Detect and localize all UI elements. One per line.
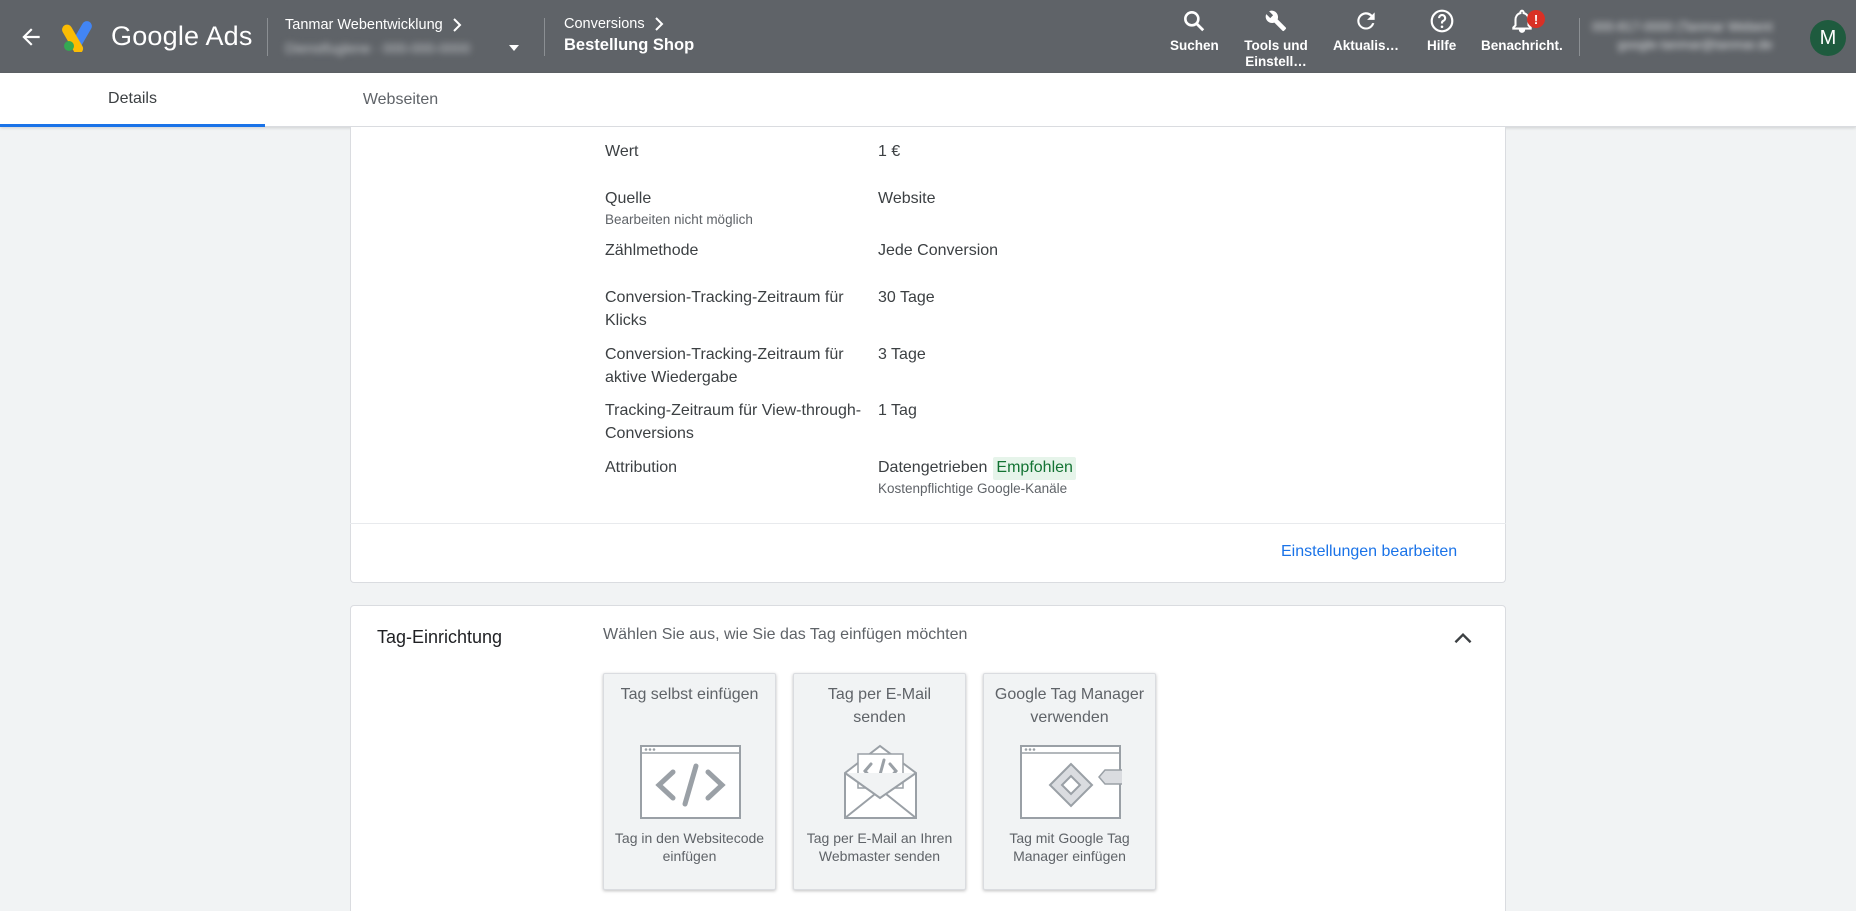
avatar[interactable]: M — [1810, 20, 1846, 56]
breadcrumb-parent[interactable]: Conversions — [564, 16, 645, 32]
option-description: Tag in den Websitecode einfügen — [614, 830, 765, 864]
refresh-button[interactable]: Aktualis… — [1333, 8, 1399, 54]
page-title: Bestellung Shop — [564, 36, 695, 54]
option-description: Tag per E-Mail an Ihren Webmaster senden — [806, 830, 953, 864]
tag-manager-icon — [1020, 745, 1122, 819]
divider — [544, 18, 545, 56]
card-divider — [350, 523, 1506, 524]
setting-value: Datengetrieben Empfohlen Kostenpflichtige… — [878, 457, 1076, 498]
notifications-button[interactable]: Benachricht. ! — [1481, 8, 1563, 54]
search-button[interactable]: Suchen — [1170, 8, 1219, 54]
help-button[interactable]: Hilfe — [1427, 8, 1456, 54]
tab-webseiten[interactable]: Webseiten — [268, 73, 533, 127]
chevron-right-icon — [654, 17, 664, 31]
help-label: Hilfe — [1427, 38, 1457, 53]
recommended-chip: Empfohlen — [993, 457, 1076, 480]
refresh-icon — [1357, 12, 1375, 30]
setting-value: 1 € — [878, 143, 901, 160]
option-title: Tag selbst einfügen — [620, 686, 759, 703]
brand-name[interactable]: Google Ads — [111, 21, 253, 52]
attribution-hint: Kostenpflichtige Google-Kanäle — [878, 480, 1068, 496]
divider — [267, 18, 268, 56]
attribution-model: Datengetrieben — [878, 459, 988, 476]
setting-label: Tracking-Zeitraum für View-through-Conve… — [605, 402, 862, 442]
setting-value: Jede Conversion — [878, 242, 999, 259]
account-selector[interactable]: Tanmar Webentwicklung Dienstfuglene · 00… — [285, 17, 519, 56]
top-app-bar: Google Ads Tanmar Webentwicklung Dienstf… — [0, 0, 1856, 73]
user-email: google-tanmar@tanmar.de — [1617, 37, 1773, 52]
refresh-label: Aktualis… — [1333, 38, 1400, 53]
setting-value: 30 Tage — [878, 289, 935, 306]
search-label: Suchen — [1170, 38, 1219, 53]
google-ads-logo — [62, 21, 92, 52]
setting-hint: Bearbeiten nicht möglich — [605, 211, 753, 227]
wrench-icon — [1265, 10, 1287, 32]
tab-bar: Details Webseiten — [0, 73, 1856, 127]
option-tag-manager[interactable]: Google Tag Manager verwenden Tag mit Goo… — [983, 673, 1156, 890]
option-description: Tag mit Google Tag Manager einfügen — [1009, 830, 1130, 864]
notifications-label: Benachricht. — [1481, 38, 1563, 53]
tag-setup-title: Tag-Einrichtung — [377, 627, 503, 647]
option-title: Google Tag Manager verwenden — [994, 686, 1145, 726]
account-name[interactable]: Tanmar Webentwicklung — [285, 17, 443, 33]
setting-label: Zählmethode — [605, 242, 699, 259]
account-id: Dienstfuglene · 000-000-0000 — [285, 40, 471, 56]
tag-setup-description: Wählen Sie aus, wie Sie das Tag einfügen… — [603, 626, 968, 643]
option-title: Tag per E-Mail senden — [827, 686, 932, 726]
tools-label: Tools und Einstell… — [1244, 38, 1308, 69]
setting-value: 1 Tag — [878, 402, 917, 419]
edit-settings-button[interactable]: Einstellungen bearbeiten — [1281, 543, 1457, 561]
code-window-icon — [640, 745, 741, 819]
tab-details[interactable]: Details — [0, 73, 265, 127]
user-account-line: 000-817-0000 (Tanmar Webent — [1592, 19, 1773, 34]
notification-badge: ! — [1527, 10, 1545, 28]
setting-label: Conversion-Tracking-Zeitraum für Klicks — [605, 289, 844, 329]
back-arrow-icon[interactable] — [18, 24, 44, 50]
help-icon — [1430, 9, 1453, 33]
chevron-right-icon — [452, 18, 462, 32]
setting-label: Conversion-Tracking-Zeitraum für aktive … — [605, 346, 844, 386]
user-info: 000-817-0000 (Tanmar Webent google-tanma… — [1592, 18, 1772, 54]
divider — [1579, 18, 1580, 56]
email-code-icon — [844, 744, 917, 819]
search-icon — [1184, 11, 1205, 32]
setting-value: Website — [878, 190, 936, 207]
setting-value: 3 Tage — [878, 346, 926, 363]
option-install-yourself[interactable]: Tag selbst einfügen Tag in den Websiteco… — [603, 673, 776, 890]
chevron-up-icon[interactable] — [1450, 626, 1476, 652]
setting-label: Quelle Bearbeiten nicht möglich — [605, 188, 875, 229]
breadcrumb: Conversions Bestellung Shop — [564, 16, 694, 55]
tools-settings-button[interactable]: Tools und Einstell… — [1244, 8, 1308, 70]
option-email-tag[interactable]: Tag per E-Mail senden Tag per E-Mail an … — [793, 673, 966, 890]
setting-label: Wert — [605, 143, 639, 160]
setting-label: Attribution — [605, 459, 678, 476]
setting-label-text: Quelle — [605, 190, 652, 207]
dropdown-arrow-icon[interactable] — [507, 43, 521, 53]
